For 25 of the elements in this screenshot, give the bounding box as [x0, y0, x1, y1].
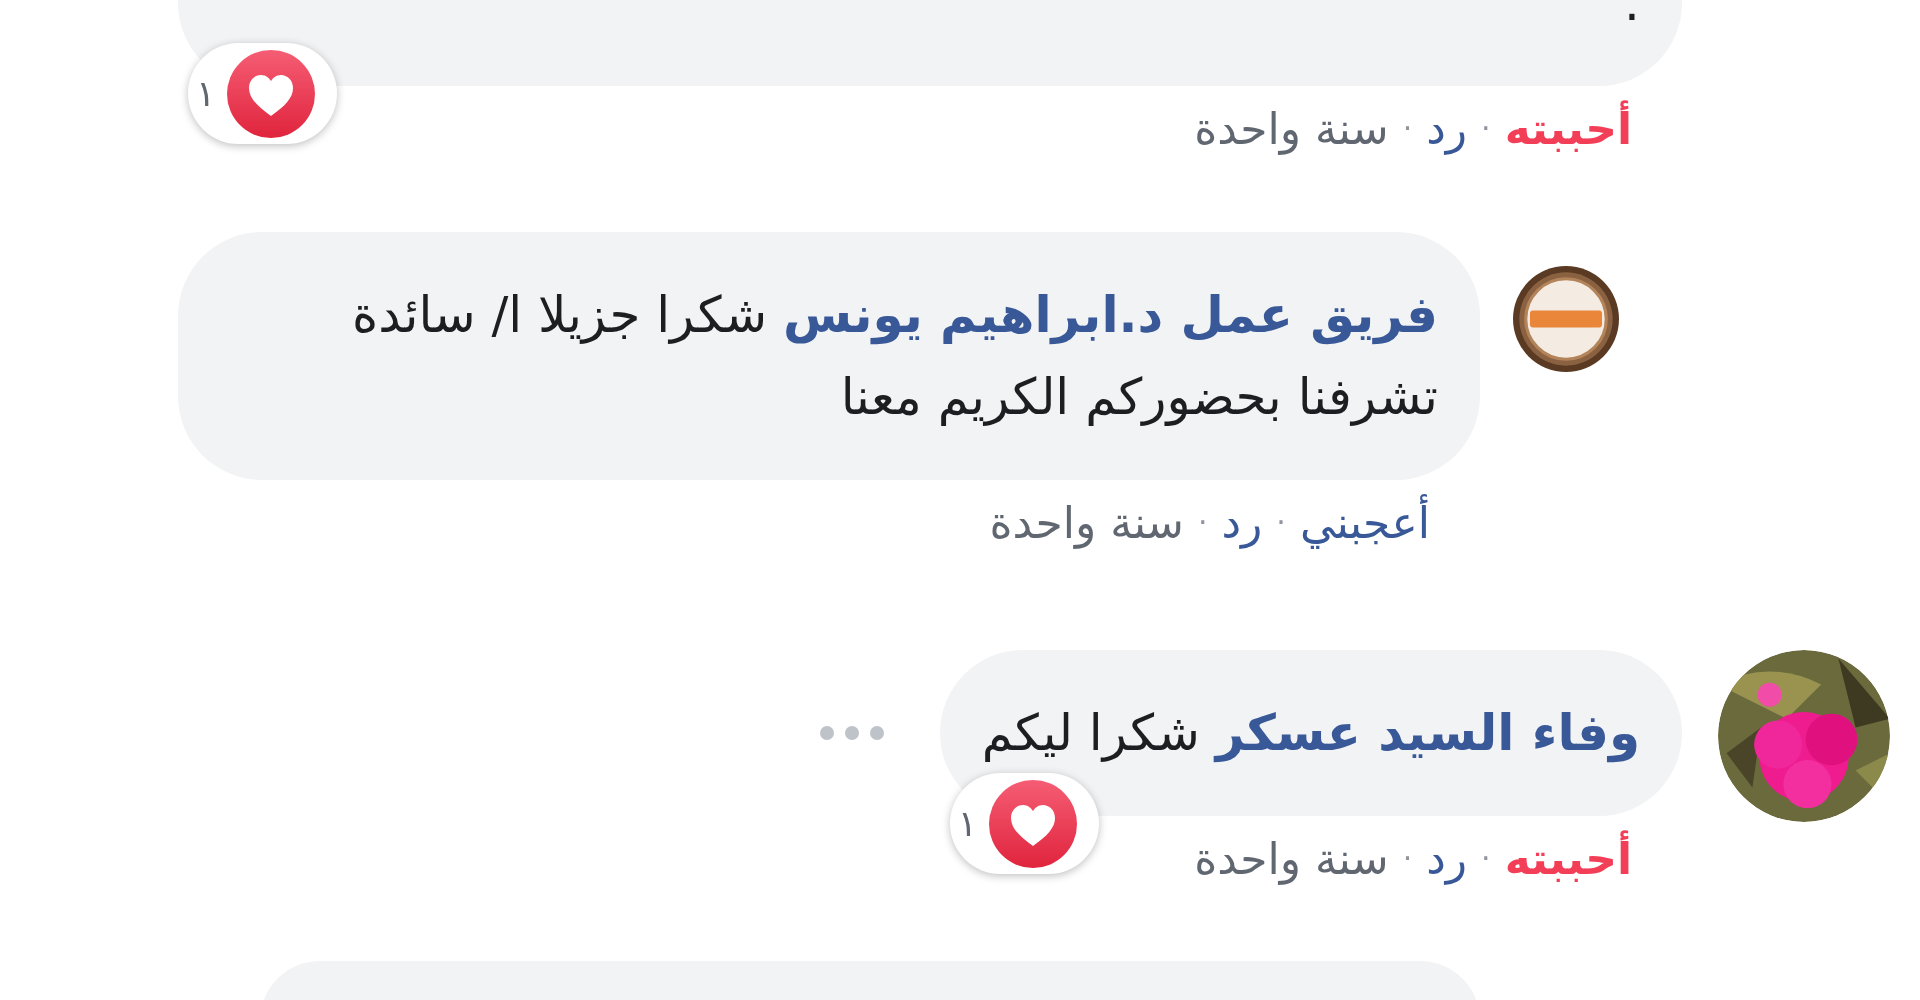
reaction-count: ١ [957, 801, 978, 846]
timestamp[interactable]: سنة واحدة [989, 488, 1184, 558]
author-link[interactable]: فريق عمل د.ابراهيم يونس [783, 286, 1438, 344]
logo-avatar[interactable] [1513, 266, 1619, 372]
separator: · [1276, 504, 1286, 542]
reply-link[interactable]: رد [1426, 94, 1468, 164]
separator: · [1197, 504, 1208, 542]
comment-text: فريق عمل د.ابراهيم يونس شكرا جزيلا ا/ سائدة تشرفنا بحضوركم الكريم معنا [351, 285, 1438, 428]
timestamp[interactable]: سنة واحدة [1194, 824, 1389, 894]
comment-text: . [1623, 0, 1640, 34]
separator: · [1402, 840, 1413, 878]
separator: · [1481, 110, 1491, 148]
author-link[interactable]: وفاء السيد عسكر [1215, 704, 1640, 762]
reply-link[interactable]: رد [1221, 488, 1263, 558]
separator: · [1402, 110, 1413, 148]
like-link[interactable]: أحببته [1504, 824, 1632, 894]
like-link[interactable]: أحببته [1504, 94, 1632, 164]
separator: · [1481, 840, 1491, 878]
like-link[interactable]: أعجبني [1299, 488, 1430, 558]
reaction-count: ١ [196, 71, 216, 116]
reply-link[interactable]: رد [1426, 824, 1468, 894]
timestamp[interactable]: سنة واحدة [1194, 94, 1389, 164]
comment-text: وفاء السيد عسكر شكرا ليكم [981, 703, 1640, 765]
reaction-badge[interactable]: ١ [949, 773, 1100, 874]
reaction-badge[interactable]: ١ [188, 43, 338, 144]
